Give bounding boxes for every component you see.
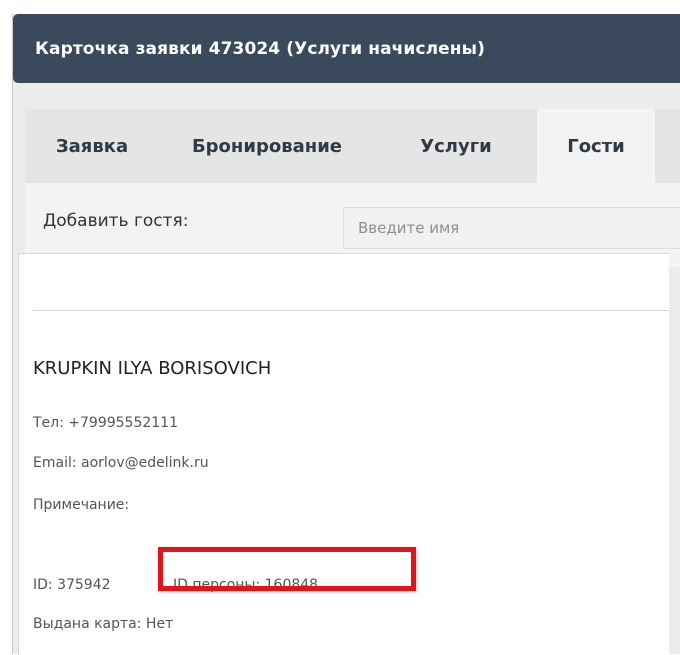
highlight-box [158,547,416,591]
tab-guests[interactable]: Гости [537,109,655,183]
tab-order[interactable]: Заявка [25,109,159,183]
dialog-title: Карточка заявки 473024 (Услуги начислены… [35,38,485,59]
guest-id: ID: 375942 [33,577,111,593]
add-guest-label: Добавить гостя: [43,211,189,231]
guest-card-status: Выдана карта: Нет [33,616,174,632]
dialog-titlebar[interactable]: Карточка заявки 473024 (Услуги начислены… [13,14,680,83]
guest-name: KRUPKIN ILYA BORISOVICH [33,358,272,379]
guest-phone: Тел: +79995552111 [33,415,178,431]
tab-bar: Заявка Бронирование Услуги Гости [25,109,680,183]
guest-name-input[interactable] [343,207,680,249]
tab-booking[interactable]: Бронирование [159,109,375,183]
guest-list-panel: KRUPKIN ILYA BORISOVICH Тел: +7999555211… [18,253,669,655]
divider [33,310,669,311]
guest-email: Email: aorlov@edelink.ru [33,455,209,471]
guest-note: Примечание: [33,497,130,513]
tab-services[interactable]: Услуги [375,109,537,183]
